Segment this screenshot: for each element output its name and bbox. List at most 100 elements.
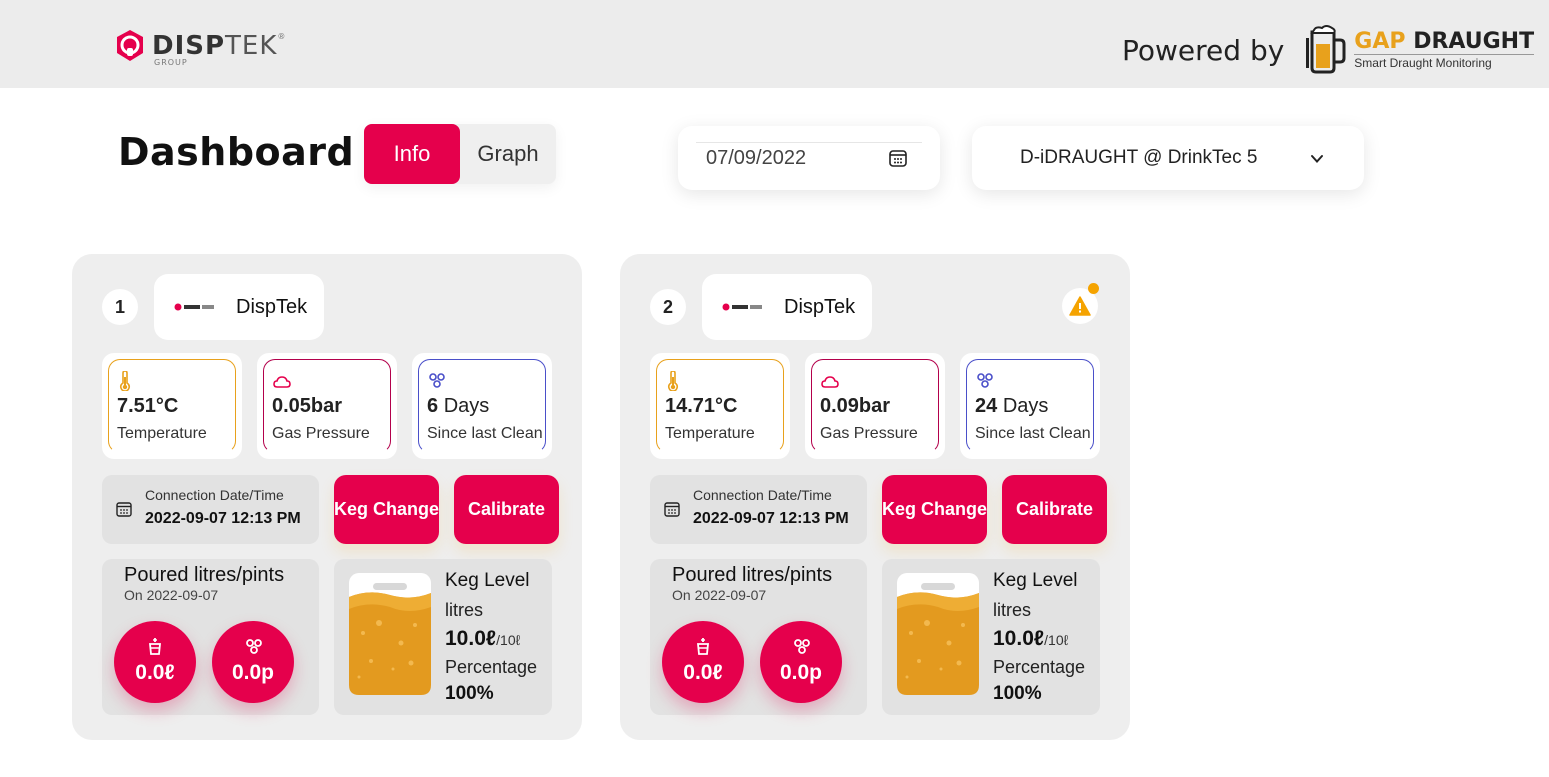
device-select-value: D-iDRAUGHT @ DrinkTec 5: [1020, 147, 1258, 168]
thermometer-icon: [667, 371, 679, 391]
keg-percentage-value: 100%: [993, 683, 1042, 704]
clean-metric: 24 Days Since last Clean: [960, 353, 1100, 459]
connection-info: Connection Date/Time 2022-09-07 12:13 PM: [102, 475, 319, 544]
page-title: Dashboard: [118, 130, 355, 174]
cloud-icon: [273, 376, 291, 388]
top-bar: DISPTEK GROUP ® Powered by GAP DRAUGHT S…: [0, 0, 1549, 88]
calibrate-button[interactable]: Calibrate: [1002, 475, 1107, 544]
brand-subtext: GROUP: [154, 58, 188, 67]
keg-level-title: Keg Level: [993, 570, 1078, 591]
beer-glass-logo-icon: [1306, 25, 1346, 74]
clean-days-unit: Days: [443, 395, 490, 417]
powered-by-text: Powered by: [1122, 33, 1285, 67]
gas-pressure-value: 0.05bar: [272, 395, 343, 417]
calendar-icon: [116, 502, 132, 517]
poured-date: On 2022-09-07: [672, 587, 767, 603]
connection-value: 2022-09-07 12:13 PM: [693, 510, 849, 527]
clean-days-value: 24: [975, 395, 998, 417]
gas-pressure-label: Gas Pressure: [820, 425, 918, 442]
gas-pressure-metric: 0.09bar Gas Pressure: [805, 353, 945, 459]
clean-label: Since last Clean: [975, 425, 1091, 442]
disptek-mini-logo-icon: [722, 303, 762, 311]
temperature-value: 7.51°C: [117, 395, 179, 417]
partner-subtitle: Smart Draught Monitoring: [1354, 54, 1535, 70]
poured-panel: Poured litres/pints On 2022-09-07 0.0ℓ 0…: [650, 559, 867, 715]
keg-level-title: Keg Level: [445, 570, 530, 591]
tap-number: 2: [650, 289, 686, 325]
disptek-mini-logo-icon: [174, 303, 214, 311]
droplets-icon: [429, 373, 445, 388]
view-toggle: Info Graph: [364, 124, 556, 184]
partner-title-gap: GAP: [1354, 29, 1406, 54]
calendar-icon: [664, 502, 680, 517]
tap-card: 2 DispTek 14.71°C Temperature 0.09bar Ga…: [620, 254, 1130, 740]
thermometer-icon: [119, 371, 131, 391]
temperature-metric: 7.51°C Temperature: [102, 353, 242, 459]
droplets-icon: [977, 373, 993, 388]
keg-percentage-label: Percentage: [445, 657, 538, 677]
tap-brand: DispTek: [154, 274, 324, 340]
device-select[interactable]: D-iDRAUGHT @ DrinkTec 5: [972, 126, 1364, 190]
keg-level-panel: Keg Level litres 10.0ℓ/10ℓ Percentage 10…: [334, 559, 552, 715]
chevron-down-icon: [1311, 155, 1323, 163]
connection-label: Connection Date/Time: [693, 487, 832, 503]
keg-capacity: /10ℓ: [496, 632, 521, 648]
gas-pressure-label: Gas Pressure: [272, 425, 370, 442]
calendar-icon[interactable]: [888, 148, 908, 168]
poured-title: Poured litres/pints: [124, 564, 285, 586]
brand-bold-text: DISP: [152, 31, 226, 61]
tap-card: 1 DispTek 7.51°C Temperature 0.05bar Gas…: [72, 254, 582, 740]
droplets-icon: [246, 639, 262, 654]
keg-change-button[interactable]: Keg Change: [882, 475, 987, 544]
partner-title-draught: DRAUGHT: [1413, 29, 1535, 54]
powered-by: Powered by GAP DRAUGHT Smart Draught Mon…: [1122, 24, 1535, 76]
poured-date: On 2022-09-07: [124, 587, 219, 603]
keg-change-button[interactable]: Keg Change: [334, 475, 439, 544]
disptek-mark-icon: [117, 30, 143, 61]
keg-litres-value: 10.0ℓ: [993, 627, 1045, 650]
tab-info[interactable]: Info: [364, 124, 460, 184]
keg-capacity: /10ℓ: [1044, 632, 1069, 648]
tap-brand: DispTek: [702, 274, 872, 340]
beer-glass-icon: [349, 573, 431, 695]
clean-label: Since last Clean: [427, 425, 543, 442]
poured-litres-value: 0.0ℓ: [683, 661, 723, 684]
droplets-icon: [794, 639, 810, 654]
tap-number: 1: [102, 289, 138, 325]
gas-pressure-value: 0.09bar: [820, 395, 891, 417]
calibrate-button[interactable]: Calibrate: [454, 475, 559, 544]
tab-graph[interactable]: Graph: [460, 124, 556, 184]
disptek-logo[interactable]: DISPTEK GROUP ®: [112, 28, 285, 67]
gas-pressure-metric: 0.05bar Gas Pressure: [257, 353, 397, 459]
keg-unit: litres: [445, 600, 484, 620]
temperature-value: 14.71°C: [665, 395, 738, 417]
cup-icon: [149, 638, 161, 655]
connection-value: 2022-09-07 12:13 PM: [145, 510, 301, 527]
cloud-icon: [821, 376, 839, 388]
poured-title: Poured litres/pints: [672, 564, 833, 586]
keg-litres-value: 10.0ℓ: [445, 627, 497, 650]
alert-dot: [1088, 283, 1099, 294]
clean-metric: 6 Days Since last Clean: [412, 353, 552, 459]
keg-percentage-label: Percentage: [993, 657, 1086, 677]
poured-pints: 0.0p: [760, 621, 842, 703]
warning-icon: [1069, 296, 1091, 316]
poured-pints-value: 0.0p: [231, 661, 275, 684]
temperature-label: Temperature: [665, 425, 755, 442]
keg-unit: litres: [993, 600, 1032, 620]
tap-brand-name: DispTek: [236, 295, 308, 318]
clean-days-value: 6: [427, 395, 439, 417]
clean-days-unit: Days: [1002, 395, 1049, 417]
registered-mark: ®: [277, 32, 286, 41]
brand-light-text: TEK: [225, 31, 278, 61]
poured-panel: Poured litres/pints On 2022-09-07 0.0ℓ 0…: [102, 559, 319, 715]
tap-brand-name: DispTek: [784, 295, 856, 318]
date-picker: [678, 126, 940, 190]
temperature-metric: 14.71°C Temperature: [650, 353, 790, 459]
poured-pints-value: 0.0p: [779, 661, 823, 684]
keg-level-panel: Keg Level litres 10.0ℓ/10ℓ Percentage 10…: [882, 559, 1100, 715]
poured-pints: 0.0p: [212, 621, 294, 703]
poured-litres: 0.0ℓ: [662, 621, 744, 703]
connection-label: Connection Date/Time: [145, 487, 284, 503]
beer-glass-icon: [897, 573, 979, 695]
